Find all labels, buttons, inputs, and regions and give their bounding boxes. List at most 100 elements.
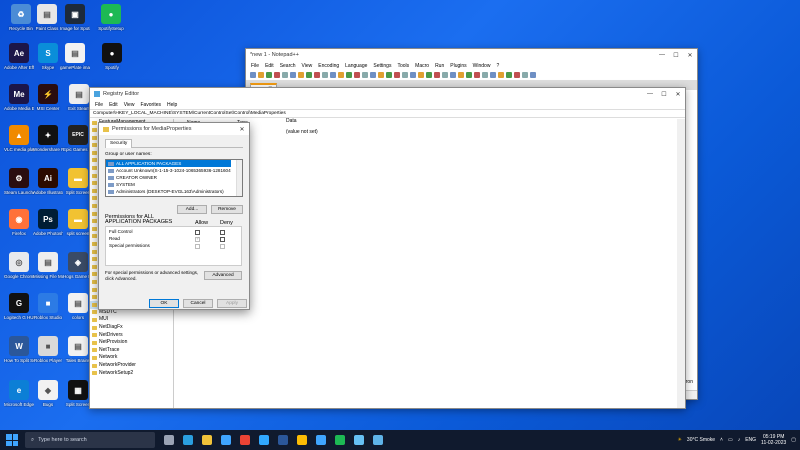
- desktop-icon[interactable]: ◉ Firefox: [4, 209, 34, 236]
- toolbar-button-icon[interactable]: [434, 72, 440, 78]
- network-icon[interactable]: ▭: [728, 437, 733, 443]
- task-view-icon[interactable]: [164, 435, 174, 445]
- windows-start-icon[interactable]: [6, 434, 18, 446]
- mail-2-icon[interactable]: [316, 435, 326, 445]
- desktop-icon[interactable]: G Logitech G HUB: [4, 293, 34, 320]
- deny-checkbox[interactable]: [220, 244, 225, 249]
- toolbar-button-icon[interactable]: [506, 72, 512, 78]
- toolbar-button-icon[interactable]: [314, 72, 320, 78]
- chrome-2-icon[interactable]: [297, 435, 307, 445]
- toolbar-button-icon[interactable]: [298, 72, 304, 78]
- toolbar-button-icon[interactable]: [322, 72, 328, 78]
- volume-icon[interactable]: ♪: [738, 437, 741, 443]
- registry-titlebar[interactable]: Registry Editor — ☐ ✕: [90, 88, 685, 100]
- toolbar-button-icon[interactable]: [394, 72, 400, 78]
- menu-item[interactable]: Edit: [106, 102, 121, 108]
- allow-checkbox[interactable]: [195, 230, 200, 235]
- toolbar-button-icon[interactable]: [418, 72, 424, 78]
- desktop-icon[interactable]: Ps Adobe Photoshop: [33, 209, 63, 236]
- close-icon[interactable]: ✕: [235, 126, 249, 133]
- desktop-icon[interactable]: ▣ Image for Spotify: [60, 4, 90, 31]
- desktop-icon[interactable]: ◎ Google Chrome: [4, 252, 34, 279]
- toolbar-button-icon[interactable]: [266, 72, 272, 78]
- desktop-icon[interactable]: ● Spotify: [97, 43, 127, 70]
- tree-item[interactable]: NetworkProvider: [90, 362, 173, 370]
- permissions-dialog[interactable]: Permissions for MediaProperties ✕ Securi…: [98, 122, 250, 310]
- tree-item[interactable]: Network: [90, 354, 173, 362]
- menu-item[interactable]: Run: [432, 63, 447, 69]
- tab-security[interactable]: Security: [105, 139, 133, 148]
- menu-item[interactable]: View: [121, 102, 138, 108]
- group-list-item[interactable]: Administrators (DESKTOP-EVGL163\Administ…: [106, 188, 231, 195]
- toolbar-button-icon[interactable]: [514, 72, 520, 78]
- taskbar-search-box[interactable]: ⌕ Type here to search: [25, 432, 155, 448]
- toolbar-button-icon[interactable]: [370, 72, 376, 78]
- desktop-icon[interactable]: ▲ VLC media player: [4, 125, 34, 152]
- menu-item[interactable]: Window: [470, 63, 494, 69]
- toolbar-button-icon[interactable]: [354, 72, 360, 78]
- tree-item[interactable]: MUI: [90, 316, 173, 324]
- cancel-button[interactable]: Cancel: [183, 299, 213, 308]
- menu-item[interactable]: File: [92, 102, 106, 108]
- toolbar-button-icon[interactable]: [522, 72, 528, 78]
- toolbar-button-icon[interactable]: [498, 72, 504, 78]
- tree-item[interactable]: NetDrivers: [90, 332, 173, 340]
- toolbar-button-icon[interactable]: [282, 72, 288, 78]
- notepadpp-titlebar[interactable]: *new 1 - Notepad++ — ☐ ✕: [246, 49, 697, 61]
- desktop-icon[interactable]: Ai Adobe Illustrator: [33, 168, 63, 195]
- weather-text[interactable]: 30°C Smoke: [687, 437, 715, 443]
- desktop-icon[interactable]: ⚙ Steam Launcher: [4, 168, 34, 195]
- advanced-button[interactable]: Advanced: [204, 271, 242, 280]
- toolbar-button-icon[interactable]: [362, 72, 368, 78]
- toolbar-button-icon[interactable]: [530, 72, 536, 78]
- menu-item[interactable]: Help: [164, 102, 180, 108]
- deny-checkbox[interactable]: [220, 230, 225, 235]
- registry-scrollbar[interactable]: [677, 119, 685, 408]
- chevron-up-icon[interactable]: ˄: [720, 437, 723, 443]
- desktop-icon[interactable]: ◆ Bugs: [33, 380, 63, 407]
- toolbar-button-icon[interactable]: [258, 72, 264, 78]
- toolbar-button-icon[interactable]: [346, 72, 352, 78]
- toolbar-button-icon[interactable]: [450, 72, 456, 78]
- toolbar-button-icon[interactable]: [386, 72, 392, 78]
- column-data[interactable]: Data: [286, 118, 297, 124]
- toolbar-button-icon[interactable]: [306, 72, 312, 78]
- maximize-icon[interactable]: ☐: [669, 52, 683, 59]
- close-icon[interactable]: ✕: [683, 52, 697, 59]
- registry-values-pane[interactable]: Name Type Data (value not set): [175, 118, 685, 408]
- close-icon[interactable]: ✕: [671, 91, 685, 98]
- toolbar-button-icon[interactable]: [442, 72, 448, 78]
- menu-item[interactable]: Search: [277, 63, 299, 69]
- remove-button[interactable]: Remove: [211, 205, 243, 214]
- group-list[interactable]: ALL APPLICATION PACKAGES Account Unknown(…: [105, 159, 243, 197]
- add-button[interactable]: Add...: [177, 205, 207, 214]
- allow-checkbox[interactable]: [195, 236, 200, 242]
- toolbar-button-icon[interactable]: [490, 72, 496, 78]
- toolbar-button-icon[interactable]: [290, 72, 296, 78]
- tree-item[interactable]: NetDiagFx: [90, 324, 173, 332]
- desktop-icon[interactable]: ▤ Missing File Music: [33, 252, 63, 279]
- menu-item[interactable]: Edit: [262, 63, 277, 69]
- toolbar-button-icon[interactable]: [466, 72, 472, 78]
- menu-item[interactable]: ?: [493, 63, 502, 69]
- desktop-icon[interactable]: ▤ Paint Class: [32, 4, 62, 31]
- menu-item[interactable]: Encoding: [315, 63, 342, 69]
- desktop-icon[interactable]: ⚡ MSI Center: [33, 84, 63, 111]
- word-icon[interactable]: [278, 435, 288, 445]
- menu-item[interactable]: Macro: [412, 63, 432, 69]
- steam-icon[interactable]: [354, 435, 364, 445]
- menu-item[interactable]: View: [299, 63, 316, 69]
- desktop-icon[interactable]: ■ Roblox Player: [33, 336, 63, 363]
- group-list-item[interactable]: Account Unknown(S-1-15-3-1024-1065365936…: [106, 167, 231, 174]
- toolbar-button-icon[interactable]: [458, 72, 464, 78]
- tree-item[interactable]: NetTrace: [90, 347, 173, 355]
- group-list-item[interactable]: ALL APPLICATION PACKAGES: [106, 160, 231, 167]
- desktop-icon[interactable]: ● SpotifySetup: [96, 4, 126, 31]
- toolbar-button-icon[interactable]: [482, 72, 488, 78]
- toolbar-button-icon[interactable]: [250, 72, 256, 78]
- toolbar-button-icon[interactable]: [474, 72, 480, 78]
- toolbar-button-icon[interactable]: [378, 72, 384, 78]
- desktop-icon[interactable]: W How To Split Screen: [4, 336, 34, 363]
- edge-icon[interactable]: [183, 435, 193, 445]
- permissions-titlebar[interactable]: Permissions for MediaProperties ✕: [99, 123, 249, 135]
